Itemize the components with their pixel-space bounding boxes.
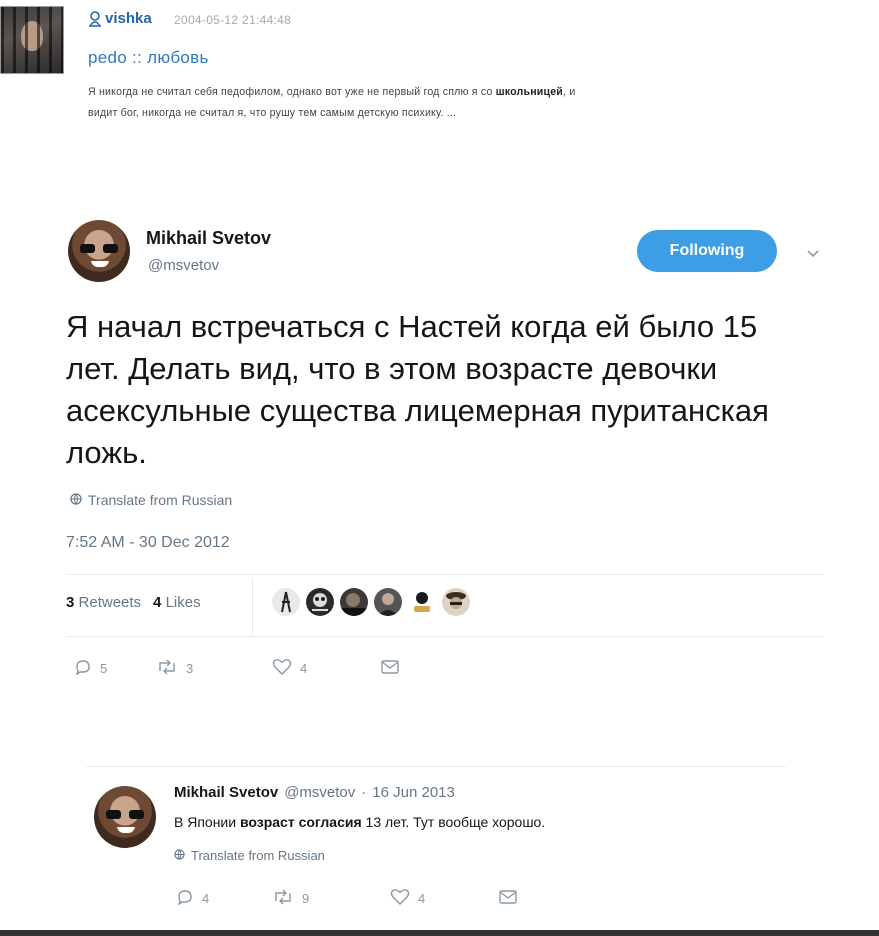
reply-author-avatar[interactable] bbox=[94, 786, 156, 848]
likes-count: 4 bbox=[153, 594, 162, 611]
lj-excerpt-line1-b: , и bbox=[563, 86, 576, 98]
heart-icon bbox=[272, 658, 292, 679]
tweet-stats: 3 Retweets 4 Likes bbox=[66, 594, 201, 611]
tweet-author-handle[interactable]: @msvetov bbox=[148, 257, 219, 274]
reply-translate-label: Translate from Russian bbox=[191, 848, 325, 863]
tweet-actions: 5 3 4 bbox=[74, 658, 400, 679]
following-button[interactable]: Following bbox=[637, 230, 777, 272]
reply-count: 5 bbox=[100, 661, 108, 676]
lj-excerpt: Я никогда не считал себя педофилом, одна… bbox=[88, 82, 868, 124]
liker-avatar[interactable] bbox=[340, 588, 368, 616]
reply-icon bbox=[176, 889, 194, 908]
bottom-border bbox=[0, 930, 879, 936]
liker-avatar[interactable] bbox=[442, 588, 470, 616]
like-count: 4 bbox=[300, 661, 308, 676]
stats-divider bbox=[252, 578, 253, 636]
avatar-bars bbox=[1, 7, 63, 73]
likes-label: Likes bbox=[165, 594, 201, 611]
divider bbox=[66, 574, 824, 575]
retweets-label: Retweets bbox=[78, 594, 142, 611]
tweet-author-avatar[interactable] bbox=[68, 220, 130, 282]
retweet-button[interactable]: 3 bbox=[156, 659, 272, 678]
reply-reply-count: 4 bbox=[202, 891, 210, 906]
retweet-icon bbox=[156, 659, 178, 678]
reply-like-count: 4 bbox=[418, 891, 426, 906]
tweet-text: Я начал встречаться с Настей когда ей бы… bbox=[66, 309, 769, 470]
lj-username-text: vishka bbox=[105, 10, 152, 27]
retweet-icon bbox=[272, 889, 294, 908]
globe-icon bbox=[174, 848, 185, 863]
reply-text-b: 13 лет. Тут вообще хорошо. bbox=[361, 814, 546, 830]
lj-subject-link[interactable]: pedo :: любовь bbox=[88, 48, 209, 68]
user-icon bbox=[88, 10, 102, 27]
lj-excerpt-line1-a: Я никогда не считал себя педофилом, одна… bbox=[88, 86, 496, 98]
envelope-icon bbox=[498, 889, 518, 908]
liker-avatar[interactable] bbox=[306, 588, 334, 616]
reply-author-handle[interactable]: @msvetov bbox=[284, 784, 355, 801]
avatar-glasses bbox=[80, 244, 118, 253]
reply-like-button[interactable]: 4 bbox=[390, 888, 498, 909]
tweet-author-name[interactable]: Mikhail Svetov bbox=[146, 228, 271, 249]
message-button[interactable] bbox=[380, 659, 400, 678]
tweet-timestamp[interactable]: 7:52 AM - 30 Dec 2012 bbox=[66, 534, 230, 552]
avatar-glasses bbox=[106, 810, 144, 819]
liker-avatar[interactable] bbox=[272, 588, 300, 616]
liker-avatar[interactable] bbox=[374, 588, 402, 616]
retweets-stat[interactable]: 3 Retweets bbox=[66, 594, 141, 611]
translate-label: Translate from Russian bbox=[88, 492, 233, 508]
avatar-smile bbox=[90, 260, 110, 268]
divider bbox=[66, 636, 824, 637]
heart-icon bbox=[390, 888, 410, 909]
reply-actions: 4 9 4 bbox=[176, 888, 518, 909]
likers-avatars bbox=[272, 588, 470, 616]
reply-button[interactable]: 5 bbox=[74, 659, 156, 678]
reply-date[interactable]: 16 Jun 2013 bbox=[372, 784, 455, 801]
lj-excerpt-line2: видит бог, никогда не считал я, что рушу… bbox=[88, 107, 457, 119]
reply-header: Mikhail Svetov @msvetov · 16 Jun 2013 bbox=[174, 784, 455, 801]
like-button[interactable]: 4 bbox=[272, 658, 380, 679]
likes-stat[interactable]: 4 Likes bbox=[153, 594, 201, 611]
lj-avatar[interactable] bbox=[0, 6, 64, 74]
reply-author-name[interactable]: Mikhail Svetov bbox=[174, 784, 278, 801]
reply-translate-link[interactable]: Translate from Russian bbox=[174, 848, 325, 863]
lj-excerpt-bold: школьницей bbox=[495, 86, 564, 98]
reply-separator: · bbox=[361, 784, 367, 801]
reply-reply-button[interactable]: 4 bbox=[176, 889, 272, 908]
reply-message-button[interactable] bbox=[498, 889, 518, 908]
reply-text-a: В Японии bbox=[174, 814, 240, 830]
translate-link[interactable]: Translate from Russian bbox=[70, 492, 232, 508]
reply-icon bbox=[74, 659, 92, 678]
reply-text-bold: возраст согласия bbox=[239, 814, 362, 830]
divider bbox=[86, 766, 786, 767]
reply-retweet-count: 9 bbox=[302, 891, 310, 906]
envelope-icon bbox=[380, 659, 400, 678]
reply-retweet-button[interactable]: 9 bbox=[272, 889, 390, 908]
chevron-down-icon[interactable] bbox=[806, 246, 820, 258]
globe-icon bbox=[70, 492, 82, 508]
lj-datetime: 2004-05-12 21:44:48 bbox=[174, 13, 292, 27]
retweets-count: 3 bbox=[66, 594, 75, 611]
liker-avatar[interactable] bbox=[408, 588, 436, 616]
reply-text: В Японии возраст согласия 13 лет. Тут во… bbox=[174, 814, 545, 830]
retweet-count: 3 bbox=[186, 661, 194, 676]
lj-username[interactable]: vishka bbox=[88, 10, 152, 27]
avatar-smile bbox=[116, 826, 136, 834]
